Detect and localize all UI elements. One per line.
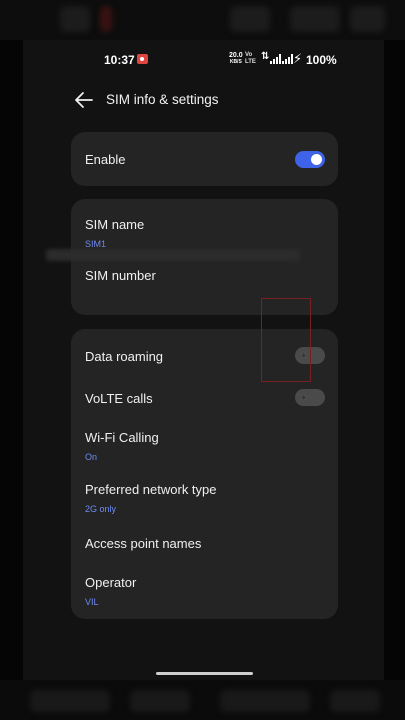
battery-level: 100% bbox=[306, 53, 337, 67]
enable-card: Enable bbox=[71, 132, 338, 186]
network-speed: 20.0 KB/S bbox=[229, 52, 243, 65]
wifi-calling-row[interactable]: Wi-Fi Calling On bbox=[85, 430, 325, 462]
enable-row[interactable]: Enable bbox=[85, 152, 325, 167]
sim-name-value: SIM1 bbox=[85, 239, 107, 249]
highlight-box bbox=[261, 298, 311, 382]
toggle-knob bbox=[298, 392, 309, 403]
status-time: 10:37 bbox=[104, 53, 135, 67]
volte-calls-row[interactable]: VoLTE calls bbox=[85, 391, 325, 406]
volte-calls-toggle[interactable] bbox=[295, 389, 325, 406]
signal-icon bbox=[270, 54, 282, 64]
operator-value: VIL bbox=[85, 597, 99, 607]
charging-icon: ⚡ bbox=[293, 51, 303, 66]
apn-row[interactable]: Access point names bbox=[85, 536, 325, 551]
operator-label: Operator bbox=[85, 575, 137, 590]
toggle-knob bbox=[311, 154, 322, 165]
preferred-network-row[interactable]: Preferred network type 2G only bbox=[85, 482, 325, 514]
page-title: SIM info & settings bbox=[106, 92, 219, 107]
enable-toggle[interactable] bbox=[295, 151, 325, 168]
sim-number-label: SIM number bbox=[85, 268, 156, 283]
wifi-icon: ⇅ bbox=[261, 51, 270, 62]
preferred-network-value: 2G only bbox=[85, 504, 117, 514]
operator-row[interactable]: Operator VIL bbox=[85, 575, 325, 607]
preferred-network-label: Preferred network type bbox=[85, 482, 217, 497]
back-arrow-icon[interactable] bbox=[73, 90, 95, 110]
phone-screen: 10:37 20.0 KB/S Vo LTE ⇅ ⚡ 100% SIM info… bbox=[23, 40, 384, 680]
apn-label: Access point names bbox=[85, 536, 202, 551]
blurred-bottom-region bbox=[0, 680, 405, 720]
right-frame bbox=[384, 40, 405, 680]
sim-number-row[interactable]: SIM number bbox=[85, 268, 325, 283]
volte-calls-label: VoLTE calls bbox=[85, 391, 153, 406]
page-header: SIM info & settings bbox=[23, 88, 384, 112]
wifi-calling-label: Wi-Fi Calling bbox=[85, 430, 159, 445]
enable-label: Enable bbox=[85, 152, 126, 167]
sim-name-label: SIM name bbox=[85, 217, 145, 232]
home-indicator[interactable] bbox=[156, 672, 253, 675]
left-frame bbox=[0, 40, 23, 680]
status-bar: 10:37 20.0 KB/S Vo LTE ⇅ ⚡ 100% bbox=[23, 40, 384, 78]
redacted-sim-number bbox=[46, 249, 300, 261]
wifi-calling-value: On bbox=[85, 452, 98, 462]
volte-indicator: Vo LTE bbox=[245, 52, 256, 65]
screen-record-icon bbox=[137, 54, 148, 64]
sim-name-row[interactable]: SIM name SIM1 bbox=[85, 217, 325, 249]
blurred-top-region bbox=[0, 0, 405, 40]
